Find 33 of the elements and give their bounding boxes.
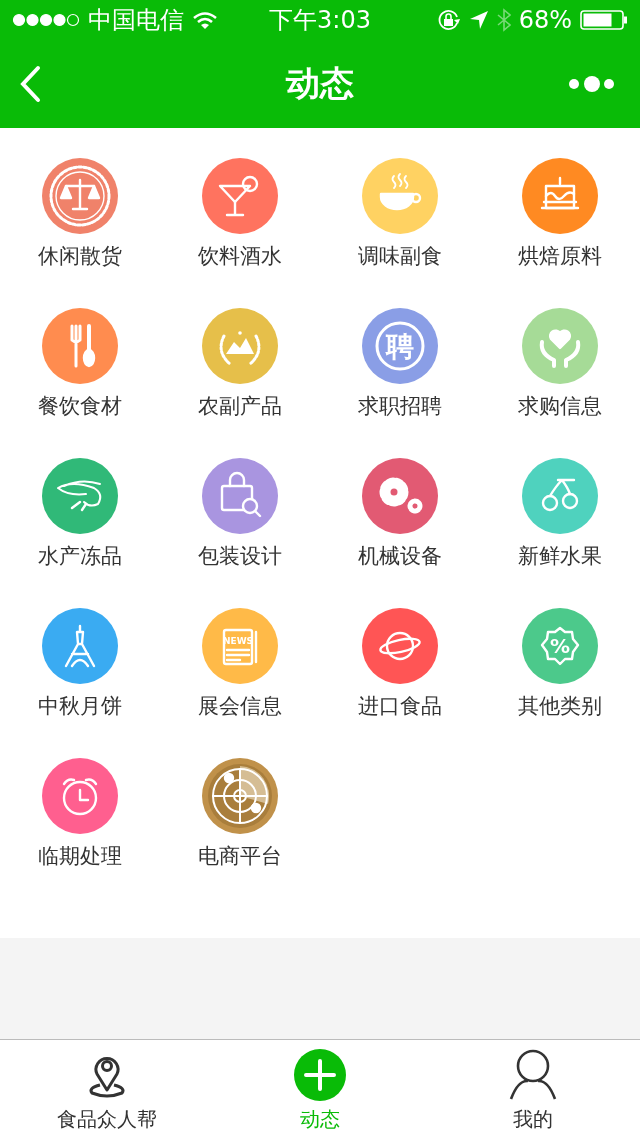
plus-icon	[293, 1048, 347, 1102]
more-button[interactable]	[568, 76, 616, 92]
signal-icon	[12, 13, 80, 27]
wifi-icon	[192, 11, 218, 29]
rotation-lock-icon	[436, 9, 461, 31]
category-item[interactable]: 电商平台	[160, 758, 320, 908]
category-item[interactable]: 包装设计	[160, 458, 320, 608]
tab-item[interactable]: 食品众人帮	[0, 1040, 214, 1136]
character-badge-icon: 聘	[362, 308, 438, 384]
percent-badge-icon: %	[522, 608, 598, 684]
category-item[interactable]: 饮料酒水	[160, 158, 320, 308]
category-item[interactable]: 休闲散货	[0, 158, 160, 308]
category-item[interactable]: 新鲜水果	[480, 458, 640, 608]
category-item[interactable]: % 其他类别	[480, 608, 640, 758]
category-item[interactable]: 烘焙原料	[480, 158, 640, 308]
category-item[interactable]: 求购信息	[480, 308, 640, 458]
category-item[interactable]: 临期处理	[0, 758, 160, 908]
category-item[interactable]: 机械设备	[320, 458, 480, 608]
battery-icon	[580, 10, 628, 30]
category-item[interactable]: 调味副食	[320, 158, 480, 308]
tab-item[interactable]: 我的	[426, 1040, 640, 1136]
page-title: 动态	[286, 62, 354, 105]
status-time: 下午3:03	[269, 5, 371, 36]
category-item[interactable]: 聘 求职招聘	[320, 308, 480, 458]
carrier-name: 中国电信	[88, 5, 184, 36]
category-item[interactable]: 农副产品	[160, 308, 320, 458]
category-item[interactable]: 餐饮食材	[0, 308, 160, 458]
category-item[interactable]: 进口食品	[320, 608, 480, 758]
category-item[interactable]: 中秋月饼	[0, 608, 160, 758]
category-item[interactable]: 水产冻品	[0, 458, 160, 608]
battery-percent: 68%	[518, 6, 572, 34]
location-arrow-icon	[468, 10, 489, 30]
back-button[interactable]	[18, 65, 42, 103]
